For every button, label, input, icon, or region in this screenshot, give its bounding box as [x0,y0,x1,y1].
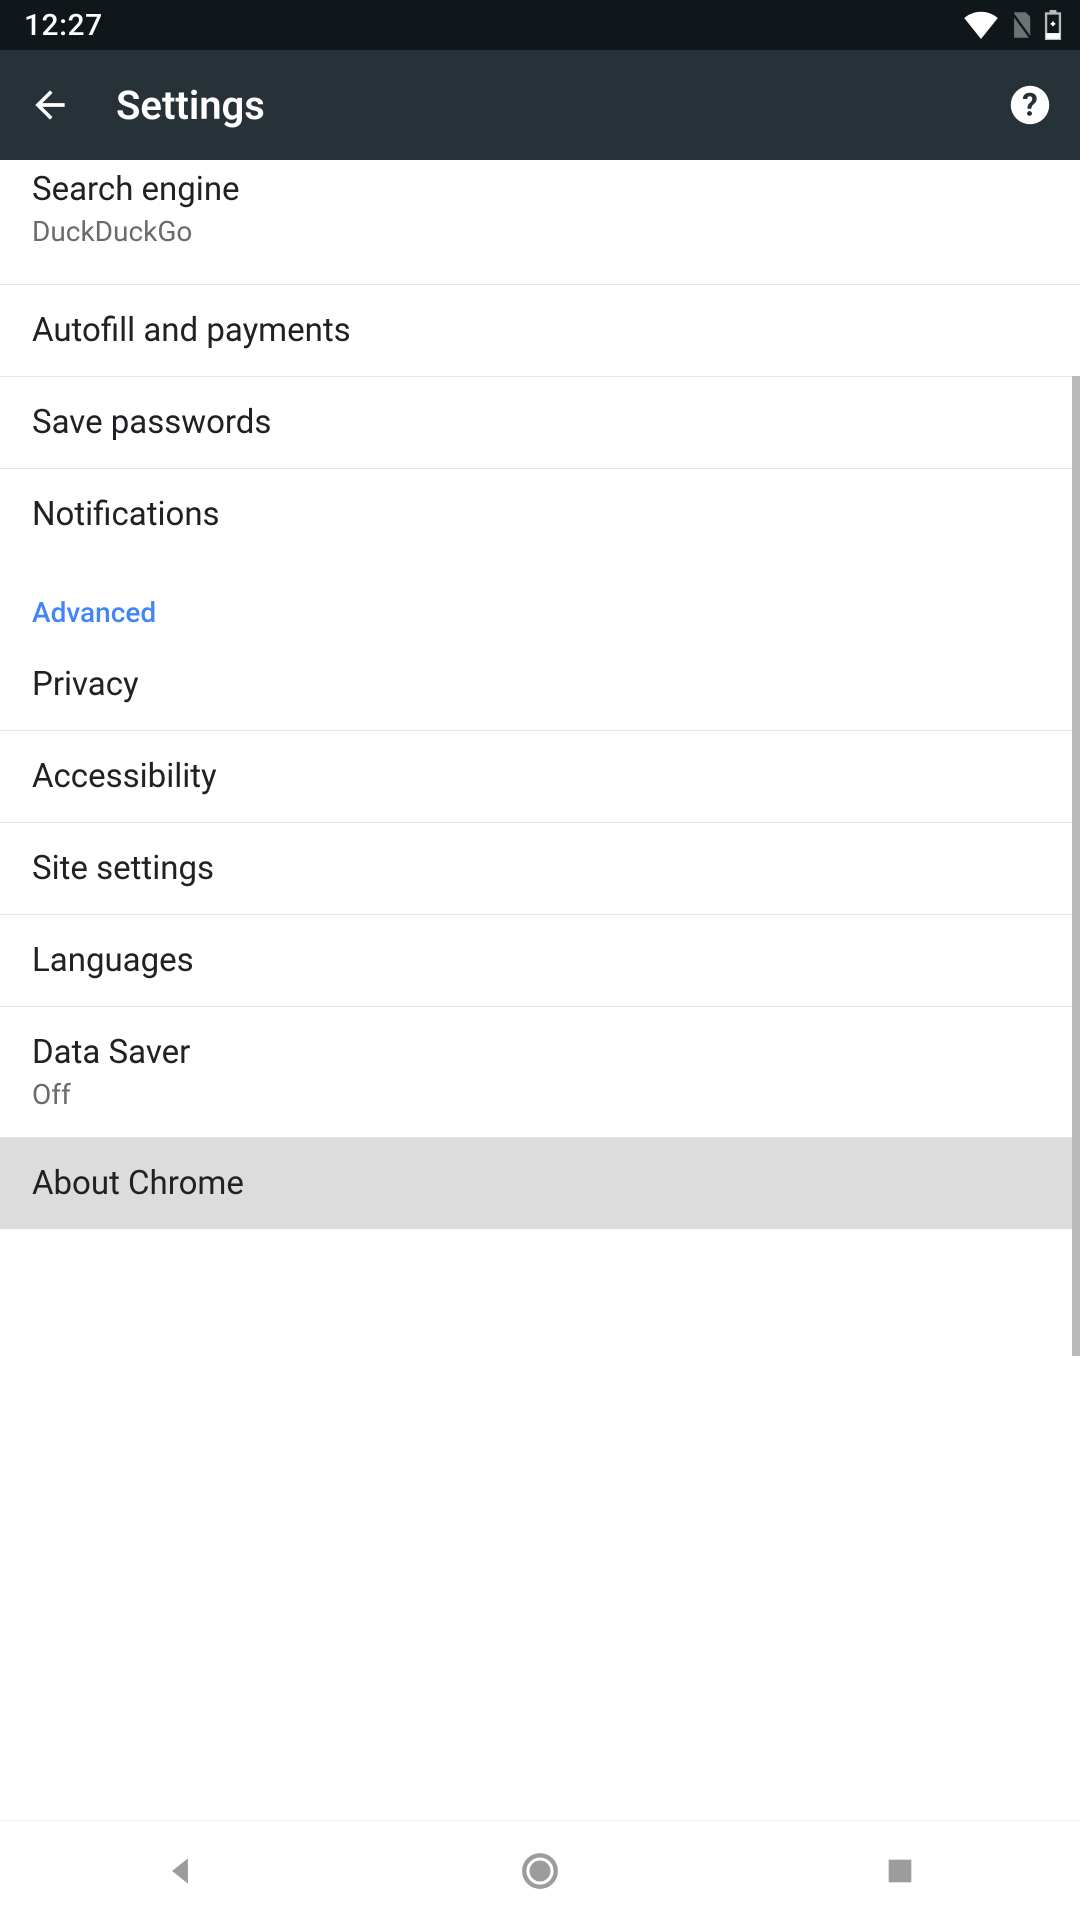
page-title: Settings [116,82,964,129]
back-button[interactable] [24,79,76,131]
section-header-advanced: Advanced [0,560,1080,639]
triangle-back-icon [161,1852,199,1890]
settings-item-title: Save passwords [32,403,1048,442]
arrow-back-icon [28,83,72,127]
help-button[interactable]: ? [1004,79,1056,131]
settings-item-site-settings[interactable]: Site settings [0,823,1080,915]
settings-list[interactable]: Search engine DuckDuckGo Autofill and pa… [0,160,1080,1820]
settings-item-title: Notifications [32,495,1048,534]
settings-item-title: Accessibility [32,757,1048,796]
square-recent-icon [883,1854,917,1888]
settings-item-title: Search engine [32,170,1048,209]
settings-item-title: Site settings [32,849,1048,888]
settings-item-title: Languages [32,941,1048,980]
status-time: 12:27 [24,8,103,43]
settings-item-title: Autofill and payments [32,311,1048,350]
settings-item-title: About Chrome [32,1164,1048,1203]
settings-item-notifications[interactable]: Notifications [0,469,1080,560]
help-icon: ? [1009,84,1051,126]
settings-item-subtitle: DuckDuckGo [32,215,1048,248]
app-bar: Settings ? [0,50,1080,160]
system-nav-bar [0,1820,1080,1920]
no-sim-icon [1008,10,1034,40]
settings-item-data-saver[interactable]: Data Saver Off [0,1007,1080,1138]
settings-item-accessibility[interactable]: Accessibility [0,731,1080,823]
settings-item-save-passwords[interactable]: Save passwords [0,377,1080,469]
settings-item-subtitle: Off [32,1078,1048,1111]
settings-item-search-engine[interactable]: Search engine DuckDuckGo [0,160,1080,285]
nav-home-button[interactable] [500,1831,580,1911]
settings-item-privacy[interactable]: Privacy [0,639,1080,731]
settings-item-about-chrome[interactable]: About Chrome [0,1138,1080,1229]
status-icons [964,10,1062,40]
circle-home-icon [519,1850,561,1892]
svg-text:?: ? [1022,87,1038,124]
settings-item-title: Data Saver [32,1033,1048,1072]
status-bar: 12:27 [0,0,1080,50]
settings-item-languages[interactable]: Languages [0,915,1080,1007]
nav-back-button[interactable] [140,1831,220,1911]
nav-recent-button[interactable] [860,1831,940,1911]
wifi-icon [964,11,998,39]
settings-item-title: Privacy [32,665,1048,704]
battery-icon [1044,10,1062,40]
scrollbar-thumb[interactable] [1072,376,1080,1356]
settings-item-autofill[interactable]: Autofill and payments [0,285,1080,377]
